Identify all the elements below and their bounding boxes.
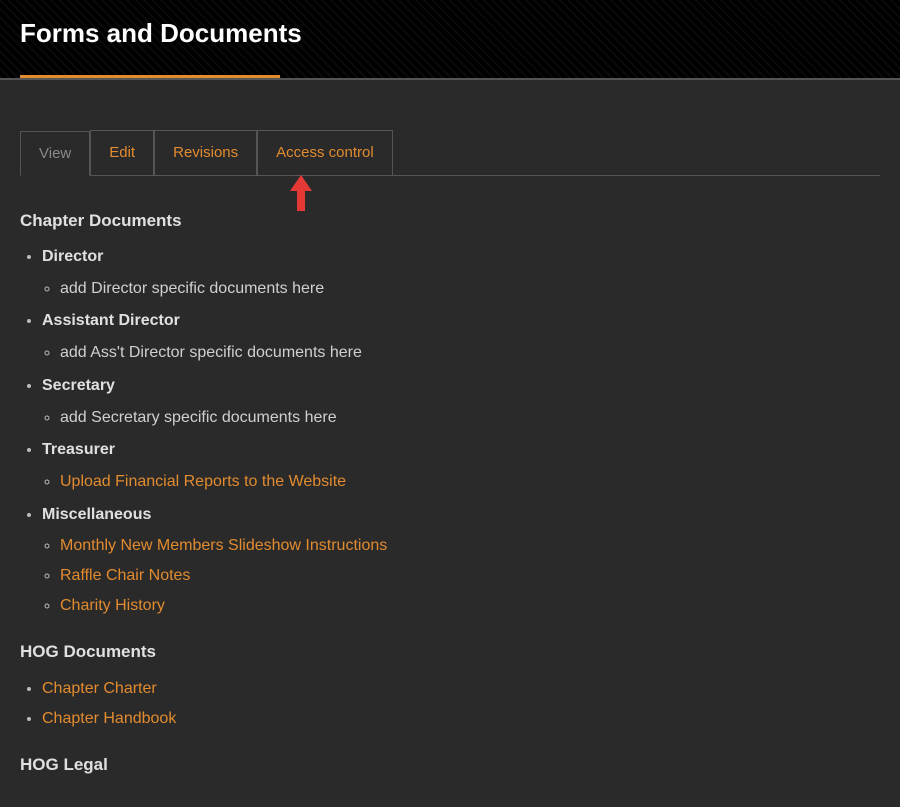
tab-revisions[interactable]: Revisions (154, 130, 257, 175)
tabs: View Edit Revisions Access control (20, 130, 880, 176)
item-text: add Ass't Director specific documents he… (60, 344, 362, 361)
link-charity-history[interactable]: Charity History (60, 597, 165, 614)
section-heading-chapter-documents: Chapter Documents (20, 211, 880, 231)
pointer-arrow-icon (290, 175, 312, 211)
sublist: Monthly New Members Slideshow Instructio… (42, 531, 880, 620)
link-upload-financial-reports[interactable]: Upload Financial Reports to the Website (60, 473, 346, 490)
section-heading-hog-legal: HOG Legal (20, 755, 880, 775)
sublist: add Secretary specific documents here (42, 403, 880, 433)
hog-documents-list: Chapter Charter Chapter Handbook (20, 674, 880, 733)
list-item: add Ass't Director specific documents he… (60, 338, 880, 368)
chapter-documents-list: Director add Director specific documents… (20, 243, 880, 620)
tab-edit[interactable]: Edit (90, 130, 154, 175)
list-item: add Secretary specific documents here (60, 403, 880, 433)
item-text: add Secretary specific documents here (60, 409, 337, 426)
group-title-secretary: Secretary (42, 377, 115, 394)
list-item: Chapter Charter (42, 674, 880, 704)
title-underline (20, 75, 280, 78)
list-item: Raffle Chair Notes (60, 561, 880, 591)
page-title: Forms and Documents (20, 18, 880, 49)
list-item: Upload Financial Reports to the Website (60, 467, 880, 497)
tab-access-control[interactable]: Access control (257, 130, 393, 175)
link-chapter-charter[interactable]: Chapter Charter (42, 680, 157, 697)
list-item: Assistant Director add Ass't Director sp… (42, 307, 880, 367)
list-item: add Director specific documents here (60, 274, 880, 304)
group-title-director: Director (42, 248, 103, 265)
list-item: Charity History (60, 591, 880, 621)
sublist: Upload Financial Reports to the Website (42, 467, 880, 497)
section-heading-hog-documents: HOG Documents (20, 642, 880, 662)
group-title-miscellaneous: Miscellaneous (42, 506, 151, 523)
list-item: Miscellaneous Monthly New Members Slides… (42, 501, 880, 621)
sublist: add Director specific documents here (42, 274, 880, 304)
list-item: Chapter Handbook (42, 704, 880, 734)
content-area: View Edit Revisions Access control Chapt… (0, 80, 900, 807)
item-text: add Director specific documents here (60, 280, 324, 297)
link-monthly-new-members[interactable]: Monthly New Members Slideshow Instructio… (60, 537, 387, 554)
link-chapter-handbook[interactable]: Chapter Handbook (42, 710, 176, 727)
list-item: Director add Director specific documents… (42, 243, 880, 303)
tab-view[interactable]: View (20, 131, 90, 176)
list-item: Treasurer Upload Financial Reports to th… (42, 436, 880, 496)
link-raffle-chair-notes[interactable]: Raffle Chair Notes (60, 567, 190, 584)
sublist: add Ass't Director specific documents he… (42, 338, 880, 368)
group-title-treasurer: Treasurer (42, 441, 115, 458)
group-title-assistant-director: Assistant Director (42, 312, 180, 329)
list-item: Secretary add Secretary specific documen… (42, 372, 880, 432)
header-bar: Forms and Documents (0, 0, 900, 78)
list-item: Monthly New Members Slideshow Instructio… (60, 531, 880, 561)
